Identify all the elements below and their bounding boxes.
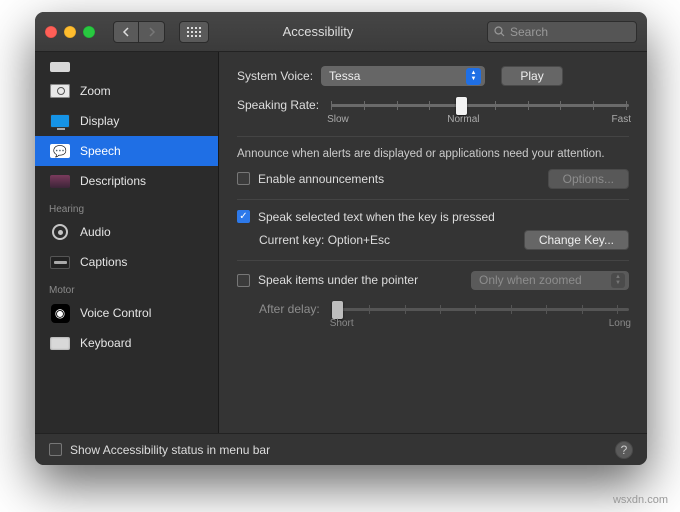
sidebar-item-label: Speech: [80, 144, 121, 158]
speak-selected-checkbox[interactable]: ✓: [237, 210, 250, 223]
rate-tick-fast: Fast: [612, 114, 631, 125]
sidebar-item-label: Voice Control: [80, 306, 151, 320]
voice-control-icon: ◉: [51, 304, 70, 323]
current-key-row: Current key: Option+Esc Change Key...: [259, 230, 629, 250]
sidebar-item-label: Display: [80, 114, 119, 128]
search-placeholder: Search: [510, 25, 548, 39]
sidebar-item-keyboard[interactable]: Keyboard: [35, 328, 218, 358]
descriptions-icon: [50, 175, 70, 188]
sidebar-heading-hearing: Hearing: [35, 196, 218, 217]
options-button: Options...: [548, 169, 629, 189]
search-icon: [494, 26, 505, 37]
after-delay-row: After delay: Short Long: [259, 296, 629, 318]
display-icon: [50, 114, 70, 128]
watermark: wsxdn.com: [613, 494, 668, 506]
sidebar-item-descriptions[interactable]: Descriptions: [35, 166, 218, 196]
maximize-button[interactable]: [83, 26, 95, 38]
sidebar-item-display[interactable]: Display: [35, 106, 218, 136]
speak-selected-label: Speak selected text when the key is pres…: [258, 210, 495, 224]
zoom-icon: [50, 84, 70, 98]
settings-panel: System Voice: Tessa ▲▼ Play Speaking Rat…: [219, 52, 647, 433]
captions-icon: [50, 256, 70, 269]
show-status-label: Show Accessibility status in menu bar: [70, 443, 270, 457]
zoom-mode-select: Only when zoomed ▲▼: [471, 271, 629, 290]
footer: Show Accessibility status in menu bar ?: [35, 433, 647, 465]
sidebar-item-partial[interactable]: [35, 58, 218, 76]
system-voice-select[interactable]: Tessa ▲▼: [321, 66, 485, 86]
play-button[interactable]: Play: [501, 66, 563, 86]
content-area: Zoom Display 💬 Speech Descriptions Heari…: [35, 52, 647, 433]
sidebar-item-label: Captions: [80, 255, 127, 269]
sidebar-item-label: Keyboard: [80, 336, 131, 350]
sidebar-item-label: Descriptions: [80, 174, 146, 188]
sidebar-item-label: Zoom: [80, 84, 111, 98]
sidebar-item-voice-control[interactable]: ◉ Voice Control: [35, 298, 218, 328]
titlebar: Accessibility Search: [35, 12, 647, 52]
enable-announcements-label: Enable announcements: [258, 172, 384, 186]
sidebar-heading-motor: Motor: [35, 277, 218, 298]
help-button[interactable]: ?: [615, 441, 633, 459]
after-delay-slider: [334, 296, 629, 326]
speaking-rate-slider[interactable]: [331, 92, 629, 122]
delay-tick-short: Short: [330, 318, 354, 329]
preferences-window: Accessibility Search Zoom Display 💬 Spee…: [35, 12, 647, 465]
speak-selected-row: ✓ Speak selected text when the key is pr…: [237, 210, 629, 224]
generic-icon: [50, 62, 70, 72]
chevron-updown-icon: ▲▼: [466, 68, 481, 85]
delay-tick-long: Long: [609, 318, 631, 329]
slider-thumb[interactable]: [456, 97, 467, 115]
sidebar-item-audio[interactable]: Audio: [35, 217, 218, 247]
system-voice-row: System Voice: Tessa ▲▼ Play: [237, 66, 629, 86]
speaking-rate-label: Speaking Rate:: [237, 98, 319, 112]
rate-tick-slow: Slow: [327, 114, 349, 125]
announce-description: Announce when alerts are displayed or ap…: [237, 147, 629, 163]
enable-announcements-checkbox[interactable]: [237, 172, 250, 185]
system-voice-label: System Voice:: [237, 69, 313, 83]
enable-announcements-row: Enable announcements Options...: [237, 169, 629, 189]
system-voice-value: Tessa: [329, 69, 360, 83]
sidebar-item-zoom[interactable]: Zoom: [35, 76, 218, 106]
audio-icon: [52, 224, 68, 240]
sidebar: Zoom Display 💬 Speech Descriptions Heari…: [35, 52, 219, 433]
slider-thumb: [332, 301, 343, 319]
current-key-label: Current key: Option+Esc: [259, 233, 390, 247]
back-button[interactable]: [113, 21, 139, 43]
speak-pointer-row: Speak items under the pointer Only when …: [237, 271, 629, 290]
minimize-button[interactable]: [64, 26, 76, 38]
change-key-button[interactable]: Change Key...: [524, 230, 629, 250]
speaking-rate-row: Speaking Rate: Slow Normal Fast: [237, 92, 629, 114]
sidebar-item-speech[interactable]: 💬 Speech: [35, 136, 218, 166]
after-delay-label: After delay:: [259, 302, 320, 316]
search-field[interactable]: Search: [487, 21, 637, 43]
keyboard-icon: [50, 337, 70, 350]
sidebar-item-captions[interactable]: Captions: [35, 247, 218, 277]
speak-pointer-label: Speak items under the pointer: [258, 273, 418, 287]
speak-pointer-checkbox[interactable]: [237, 274, 250, 287]
window-title: Accessibility: [157, 24, 479, 39]
zoom-mode-value: Only when zoomed: [479, 273, 582, 287]
show-status-checkbox[interactable]: [49, 443, 62, 456]
speech-icon: 💬: [50, 144, 70, 158]
chevron-updown-icon: ▲▼: [611, 273, 625, 288]
window-controls: [45, 26, 95, 38]
close-button[interactable]: [45, 26, 57, 38]
sidebar-item-label: Audio: [80, 225, 111, 239]
rate-tick-normal: Normal: [447, 114, 479, 125]
